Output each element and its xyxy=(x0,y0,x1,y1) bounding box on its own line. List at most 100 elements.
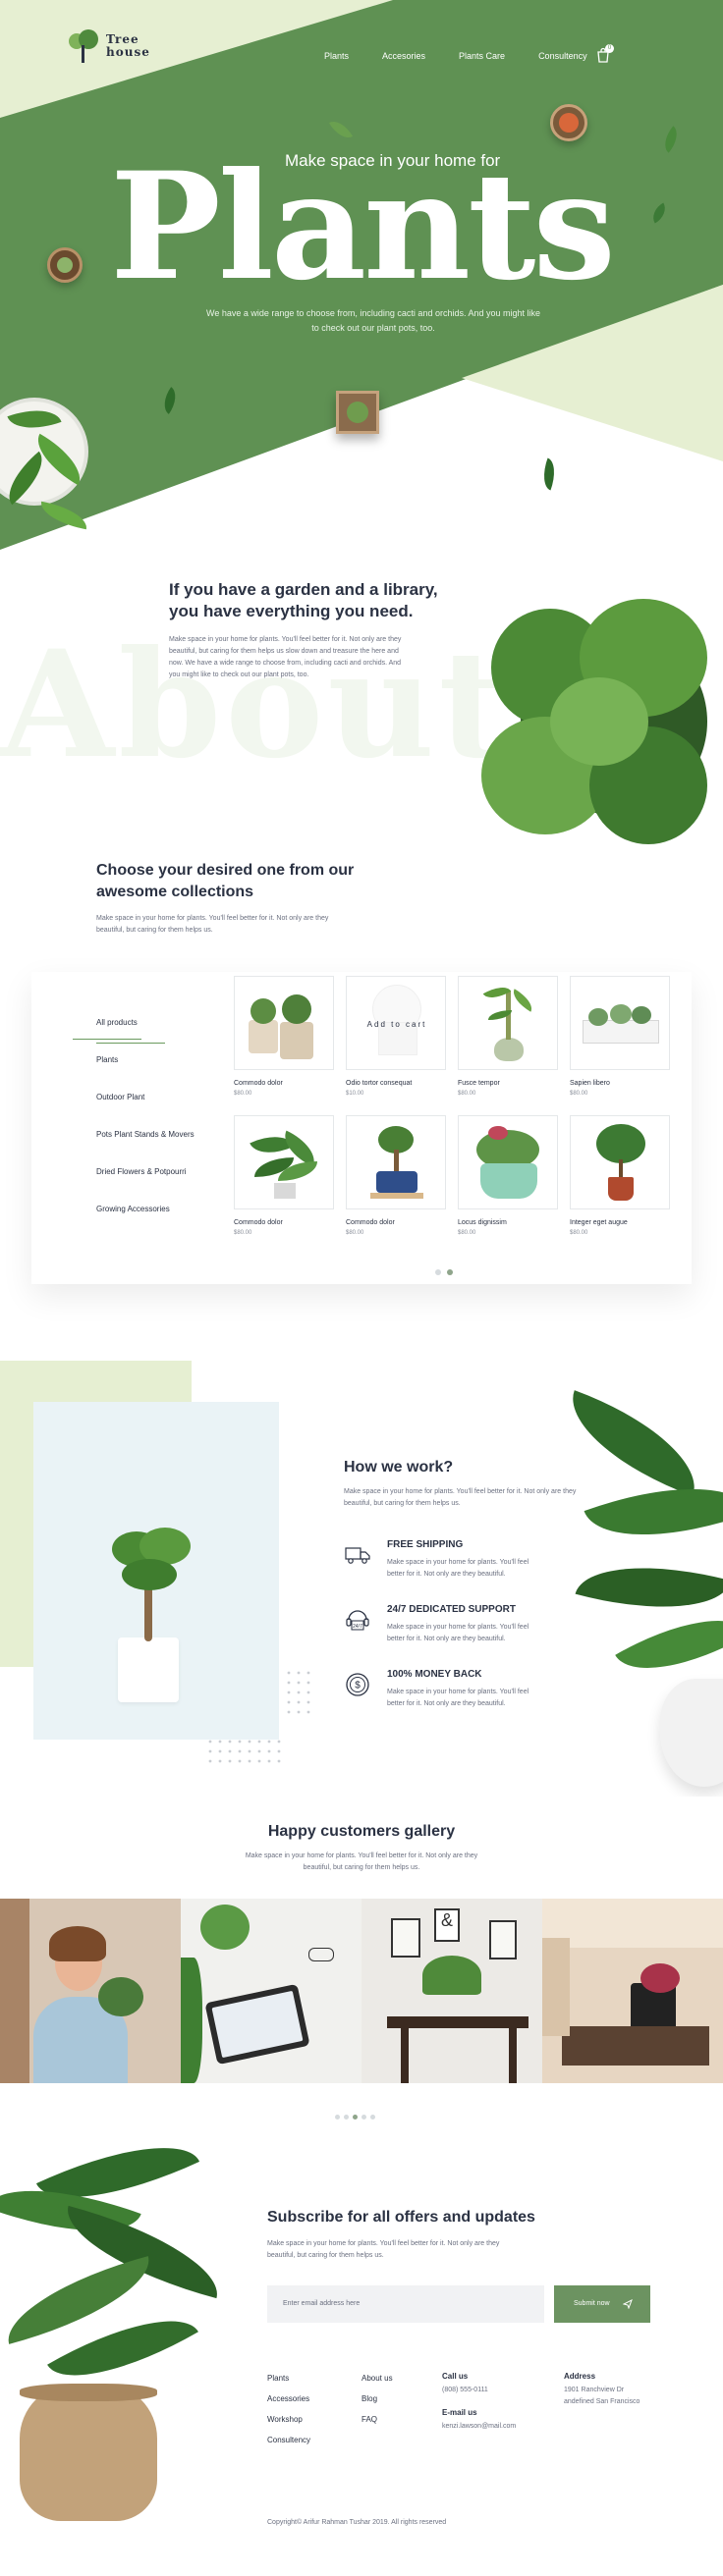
category-dried-flowers[interactable]: Dried Flowers & Potpourri xyxy=(96,1167,187,1176)
product-image xyxy=(458,1115,558,1209)
logo[interactable]: Tree house xyxy=(67,29,150,63)
email-heading: E-mail us xyxy=(442,2408,477,2417)
copyright: Copyright© Arifur Rahman Tushar 2019. Al… xyxy=(267,2519,447,2526)
gallery-text-line: beautiful, but caring for them helps us. xyxy=(303,1864,420,1871)
about-text: Make space in your home for plants. You'… xyxy=(169,634,464,681)
hero-potted-plant-image xyxy=(0,388,98,535)
collections-title-line-2: awesome collections xyxy=(96,884,254,900)
logo-tree-icon xyxy=(67,29,100,63)
product-name: Commodo dolor xyxy=(234,1080,283,1087)
add-to-cart-button[interactable]: Add to cart xyxy=(347,1020,445,1029)
nav-accessories[interactable]: Accesories xyxy=(382,51,425,61)
category-outdoor-plant[interactable]: Outdoor Plant xyxy=(96,1093,144,1101)
gallery-photo-woman[interactable] xyxy=(0,1899,181,2083)
footer-links-1: Plants Accessories Workshop Consultency xyxy=(267,2368,310,2450)
feature-text-line: better for it. Not only are they beautif… xyxy=(387,1700,506,1707)
footer-link-workshop[interactable]: Workshop xyxy=(267,2409,310,2430)
category-plants[interactable]: Plants xyxy=(96,1055,118,1064)
gallery-photo-room[interactable] xyxy=(542,1899,723,2083)
submit-button-label: Submit now xyxy=(574,2300,610,2307)
nav-plants[interactable]: Plants xyxy=(324,51,349,61)
product-price: $80.00 xyxy=(570,1091,588,1097)
feature-title: 24/7 DEDICATED SUPPORT xyxy=(387,1604,516,1615)
footer-link-accessories[interactable]: Accessories xyxy=(267,2388,310,2409)
gallery-dot[interactable] xyxy=(370,2115,375,2120)
product-card[interactable]: Commodo dolor $80.00 xyxy=(234,976,334,1097)
feature-text-line: Make space in your home for plants. You'… xyxy=(387,1559,529,1566)
about-text-line: beautiful, but caring for them helps us … xyxy=(169,648,399,655)
about-text-line: you might like to check out our plant po… xyxy=(169,671,309,678)
gallery-heading-block: Happy customers gallery Make space in yo… xyxy=(0,1821,723,1874)
product-image xyxy=(234,1115,334,1209)
about-text-line: now. We have a wide range to choose from… xyxy=(169,660,402,667)
about-bushy-plant-image xyxy=(462,569,723,893)
customer-gallery: & xyxy=(0,1899,723,2083)
call-heading: Call us xyxy=(442,2372,469,2381)
product-card[interactable]: Locus dignissim $80.00 xyxy=(458,1115,558,1236)
product-card[interactable]: Sapien libero $80.00 xyxy=(570,976,670,1097)
how-large-plant-image xyxy=(550,1384,723,1797)
how-title: How we work? xyxy=(344,1459,454,1476)
submit-button[interactable]: Submit now xyxy=(554,2285,650,2323)
footer-link-about[interactable]: About us xyxy=(362,2368,393,2388)
gallery-dot[interactable] xyxy=(335,2115,340,2120)
hero-title: Plants xyxy=(110,140,616,313)
truck-icon xyxy=(345,1547,370,1564)
category-all-products[interactable]: All products xyxy=(96,1018,165,1044)
gallery-photo-tablet[interactable] xyxy=(181,1899,362,2083)
dot-grid-decoration xyxy=(208,1671,310,1763)
footer-link-faq[interactable]: FAQ xyxy=(362,2409,393,2430)
email-value[interactable]: kenzi.lawson@mail.com xyxy=(442,2421,560,2433)
footer-link-plants[interactable]: Plants xyxy=(267,2368,310,2388)
about-section: If you have a garden and a library, you … xyxy=(169,579,464,681)
products-pagination xyxy=(432,1262,456,1280)
subscribe-title: Subscribe for all offers and updates xyxy=(267,2209,535,2226)
product-card[interactable]: Integer eget augue $80.00 xyxy=(570,1115,670,1236)
gallery-dot[interactable] xyxy=(362,2115,366,2120)
feature-dedicated-support: 24/7 24/7 DEDICATED SUPPORT Make space i… xyxy=(344,1604,599,1653)
category-pots-plant-stands[interactable]: Pots Plant Stands & Movers xyxy=(96,1130,195,1139)
about-title-line-2: you have everything you need. xyxy=(169,602,414,620)
gallery-pagination xyxy=(333,2107,377,2124)
support-24-7-icon: 24/7 xyxy=(346,1610,369,1631)
pagination-dot-active[interactable] xyxy=(447,1269,453,1275)
feature-text-line: Make space in your home for plants. You'… xyxy=(387,1624,529,1631)
category-list: All products Plants Outdoor Plant Pots P… xyxy=(96,1018,214,1242)
footer-link-blog[interactable]: Blog xyxy=(362,2388,393,2409)
gallery-dot-active[interactable] xyxy=(353,2115,358,2120)
call-value[interactable]: (808) 555-0111 xyxy=(442,2385,560,2396)
product-image xyxy=(570,1115,670,1209)
nav-consultency[interactable]: Consultency xyxy=(538,51,587,61)
product-price: $80.00 xyxy=(346,1230,364,1236)
product-card[interactable]: Commodo dolor $80.00 xyxy=(234,1115,334,1236)
product-card[interactable]: Commodo dolor $80.00 xyxy=(346,1115,446,1236)
product-card[interactable]: Add to cart Odio tortor consequat $10.00 xyxy=(346,976,446,1097)
gallery-photo-shelf[interactable]: & xyxy=(362,1899,542,2083)
footer-link-consultency[interactable]: Consultency xyxy=(267,2430,310,2450)
address-line-1: 1901 Ranchview Dr xyxy=(564,2387,625,2393)
pagination-dot[interactable] xyxy=(435,1269,441,1275)
subscribe-text-line: beautiful, but caring for them helps us. xyxy=(267,2252,384,2259)
product-image: Add to cart xyxy=(346,976,446,1070)
product-image xyxy=(346,1115,446,1209)
cart-button[interactable]: 0 xyxy=(595,44,614,68)
collections-title-line-1: Choose your desired one from our xyxy=(96,862,355,879)
address-heading: Address xyxy=(564,2372,596,2381)
money-back-icon: $ xyxy=(346,1673,369,1696)
gallery-dot[interactable] xyxy=(344,2115,349,2120)
footer-address: Address 1901 Ranchview Dr andefined San … xyxy=(564,2372,682,2408)
subscribe-plant-image xyxy=(0,2138,236,2541)
product-card[interactable]: Fusce tempor $80.00 xyxy=(458,976,558,1097)
email-input[interactable]: Enter email address here xyxy=(267,2285,544,2323)
svg-text:24/7: 24/7 xyxy=(353,1624,362,1630)
logo-line-2: house xyxy=(106,45,150,59)
category-growing-accessories[interactable]: Growing Accessories xyxy=(96,1205,170,1213)
nav-plants-care[interactable]: Plants Care xyxy=(459,51,505,61)
product-name: Integer eget augue xyxy=(570,1219,628,1226)
gallery-text-line: Make space in your home for plants. You'… xyxy=(245,1852,478,1859)
product-name: Locus dignissim xyxy=(458,1219,507,1226)
subscribe-section: Subscribe for all offers and updates Mak… xyxy=(267,2207,660,2262)
subscribe-text-line: Make space in your home for plants. You'… xyxy=(267,2240,500,2247)
succulent-pot-image xyxy=(550,104,587,141)
svg-text:$: $ xyxy=(355,1681,361,1691)
